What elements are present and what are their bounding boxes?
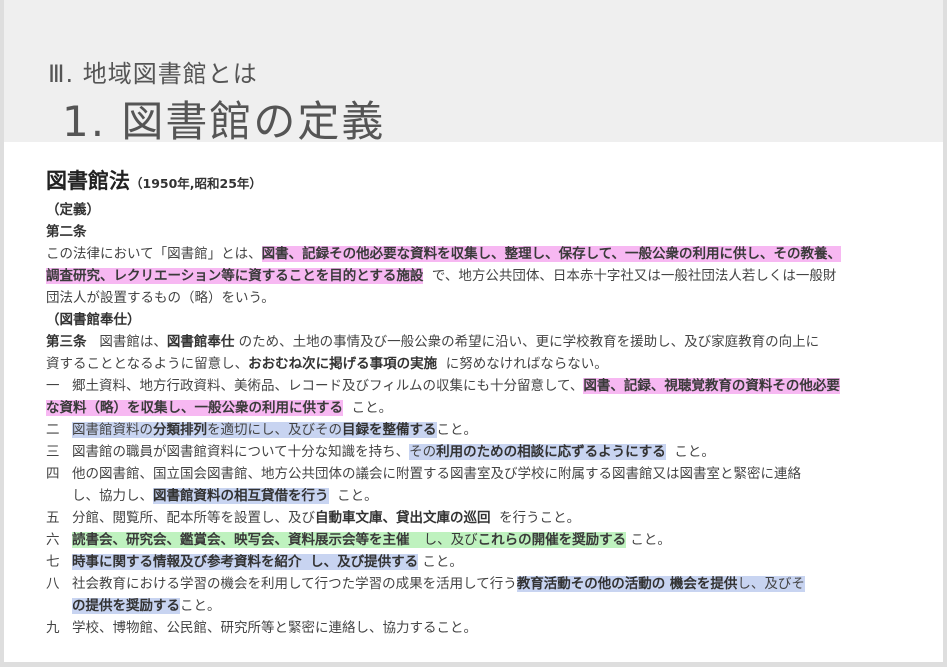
service-heading: （図書館奉仕） — [46, 312, 141, 328]
item-number: 六 — [46, 532, 60, 548]
text: こと。 — [436, 422, 478, 438]
text: この法律において「図書館」とは、 — [46, 246, 262, 262]
highlight-pink: 図書、記録、視聴覚教育の資料その他必要 — [583, 378, 840, 394]
item-number: 九 — [46, 620, 60, 636]
article-3-line-2: 資することとなるように留意し、おおむね次に掲げる事項の実施 に努めなければならな… — [46, 353, 904, 375]
item-text: 社会教育における学習の機会を利用して行つた学習の成果を活用して行う教育活動その他… — [72, 573, 904, 617]
highlight-pink: 図書、記録その他必要な資料を収集し、整理し、保存して、一般公衆の利用に供し、その… — [261, 246, 842, 262]
text: 学校、博物館、公民館、研究所等と緊密に連絡し、協力すること。 — [72, 620, 477, 636]
text: こと。 — [422, 554, 463, 570]
item-text: 時事に関する情報及び参考資料を紹介 し、及び提供する こと。 — [72, 551, 904, 573]
emphasis: 目録を整備する — [342, 422, 437, 438]
text: こと。 — [337, 488, 378, 504]
text: こと。 — [351, 400, 393, 416]
item-text: 他の図書館、国立国会図書館、地方公共団体の議会に附置する図書室及び学校に附属する… — [72, 463, 904, 507]
highlight-blue: 図書館資料の相互貸借を行う — [153, 488, 329, 504]
article-3-line-1: 第三条 図書館は、図書館奉仕 のため、土地の事情及び一般公衆の希望に沿い、更に学… — [46, 331, 904, 353]
law-name: 図書館法 — [46, 169, 130, 193]
law-heading: 図書館法（1950年,昭和25年） — [46, 170, 904, 195]
list-item: 八 社会教育における学習の機会を利用して行つた学習の成果を活用して行う教育活動そ… — [46, 573, 904, 617]
slide: Ⅲ. 地域図書館とは 1. 図書館の定義 図書館法（1950年,昭和25年） （… — [4, 0, 943, 662]
emphasis: し、及び提供する — [310, 554, 419, 570]
text: し、及びそ — [737, 576, 805, 592]
text: こと。 — [180, 598, 221, 614]
text: で、地方公共団体、日本赤十字社又は一般社団法人若しくは一般財 — [431, 268, 837, 284]
emphasis: 時事に関する情報及び参考資料を紹介 — [72, 554, 302, 570]
list-item: 六 読書会、研究会、鑑賞会、映写会、資料展示会等を主催 し、及びこれらの開催を奨… — [46, 529, 904, 551]
item-text: 郷土資料、地方行政資料、美術品、レコード及びフィルムの収集にも十分留意して、図書… — [72, 375, 904, 397]
text: 社会教育における学習の機会を利用して行つた学習の成果を活用して行う — [72, 576, 517, 592]
emphasis: 自動車文庫、貸出文庫の巡回 — [315, 510, 491, 526]
article-2-line-3: 団法人が設置するもの（略）をいう。 — [46, 290, 275, 306]
article-2-label: 第二条 — [46, 224, 87, 240]
item-number: 四 — [46, 466, 60, 482]
list-item: 一 郷土資料、地方行政資料、美術品、レコード及びフィルムの収集にも十分留意して、… — [46, 375, 904, 397]
text: 分館、閲覧所、配本所等を設置し、及び — [72, 510, 315, 526]
item-text: 図書館の職員が図書館資料について十分な知識を持ち、その利用のための相談に応ずるよ… — [72, 441, 904, 463]
item-text: 分館、閲覧所、配本所等を設置し、及び自動車文庫、貸出文庫の巡回 を行うこと。 — [72, 507, 904, 529]
text: 図書館は、 — [99, 334, 167, 350]
highlight-blue: その利用のための相談に応ずるようにする — [409, 444, 666, 460]
item-number: 三 — [46, 444, 60, 460]
text: 他の図書館、国立国会図書館、地方公共団体の議会に附置する図書室及び学校に附属する… — [72, 466, 801, 482]
text: に努めなければならない。 — [445, 356, 608, 372]
page-title: 1. 図書館の定義 — [62, 97, 386, 146]
item-number: 二 — [46, 422, 60, 438]
law-year: （1950年,昭和25年） — [130, 176, 262, 191]
emphasis: 図書館奉仕 — [166, 334, 235, 350]
item-number: 五 — [46, 510, 60, 526]
title-band: Ⅲ. 地域図書館とは 1. 図書館の定義 — [4, 0, 943, 146]
list-item: 五 分館、閲覧所、配本所等を設置し、及び自動車文庫、貸出文庫の巡回 を行うこと。 — [46, 507, 904, 529]
text: を適切にし、及びその — [207, 422, 342, 438]
highlight-blue: 教育活動その他の活動の 機会を提供し、及びそ — [516, 576, 805, 592]
item-number: 七 — [46, 554, 60, 570]
list-item: 七 時事に関する情報及び参考資料を紹介 し、及び提供する こと。 — [46, 551, 904, 573]
article-2-line-2: 調査研究、レクリエーション等に資することを目的とする施設 で、地方公共団体、日本… — [46, 265, 904, 287]
list-item: 四 他の図書館、国立国会図書館、地方公共団体の議会に附置する図書室及び学校に附属… — [46, 463, 904, 507]
text: のため、土地の事情及び一般公衆の希望に沿い、更に学校教育を援助し、及び家庭教育の… — [238, 334, 820, 350]
item-text: 学校、博物館、公民館、研究所等と緊密に連絡し、協力すること。 — [72, 617, 904, 639]
article-2-line-1: この法律において「図書館」とは、図書、記録その他必要な資料を収集し、整理し、保存… — [46, 243, 904, 265]
section-title: Ⅲ. 地域図書館とは — [48, 60, 258, 88]
list-item: 二 図書館資料の分類排列を適切にし、及びその目録を整備すること。 — [46, 419, 904, 441]
text: 図書館資料の — [72, 422, 153, 438]
emphasis: おおむね次に掲げる事項の実施 — [248, 356, 438, 372]
text: を行うこと。 — [499, 510, 581, 526]
list-item: 三 図書館の職員が図書館資料について十分な知識を持ち、その利用のための相談に応ず… — [46, 441, 904, 463]
item-text: 読書会、研究会、鑑賞会、映写会、資料展示会等を主催 し、及びこれらの開催を奨励す… — [72, 529, 904, 551]
highlight-pink: 調査研究、レクリエーション等に資することを目的とする施設 — [46, 268, 424, 284]
item-number: 八 — [46, 576, 60, 592]
highlight-blue: 図書館資料の分類排列を適切にし、及びその目録を整備する — [72, 422, 437, 438]
item-1-continuation: な資料（略）を収集し、一般公衆の利用に供する こと。 — [46, 397, 904, 419]
text: 読書会、研究会、鑑賞会、映写会、資料展示会等を主催 — [72, 532, 410, 548]
text: し、及び — [423, 532, 478, 548]
highlight-blue: の提供を奨励する — [72, 598, 180, 614]
highlight-blue: 時事に関する情報及び参考資料を紹介 し、及び提供する — [72, 554, 419, 570]
text: 図書館の職員が図書館資料について十分な知識を持ち、 — [72, 444, 410, 460]
text: し、協力し、 — [72, 488, 153, 504]
text: その — [409, 444, 437, 460]
article-3-label: 第三条 — [46, 334, 87, 350]
emphasis: 教育活動その他の活動の 機会を提供 — [516, 576, 738, 592]
law-text: 図書館法（1950年,昭和25年） （定義） 第二条 この法律において「図書館」… — [46, 170, 904, 639]
emphasis: 利用のための相談に応ずるようにする — [436, 444, 666, 460]
text: こと。 — [630, 532, 671, 548]
highlight-green: 読書会、研究会、鑑賞会、映写会、資料展示会等を主催 し、及びこれらの開催を奨励す… — [72, 532, 627, 548]
definition-heading: （定義） — [46, 202, 100, 218]
text: 郷土資料、地方行政資料、美術品、レコード及びフィルムの収集にも十分留意して、 — [72, 378, 584, 394]
emphasis: 分類排列 — [153, 422, 207, 438]
item-text: 図書館資料の分類排列を適切にし、及びその目録を整備すること。 — [72, 419, 904, 441]
highlight-pink: な資料（略）を収集し、一般公衆の利用に供する — [46, 400, 343, 416]
item-number: 一 — [46, 378, 60, 394]
text: 資することとなるように留意し、 — [46, 356, 249, 372]
list-item: 九 学校、博物館、公民館、研究所等と緊密に連絡し、協力すること。 — [46, 617, 904, 639]
text: これらの開催を奨励する — [477, 532, 627, 548]
text: こと。 — [674, 444, 715, 460]
